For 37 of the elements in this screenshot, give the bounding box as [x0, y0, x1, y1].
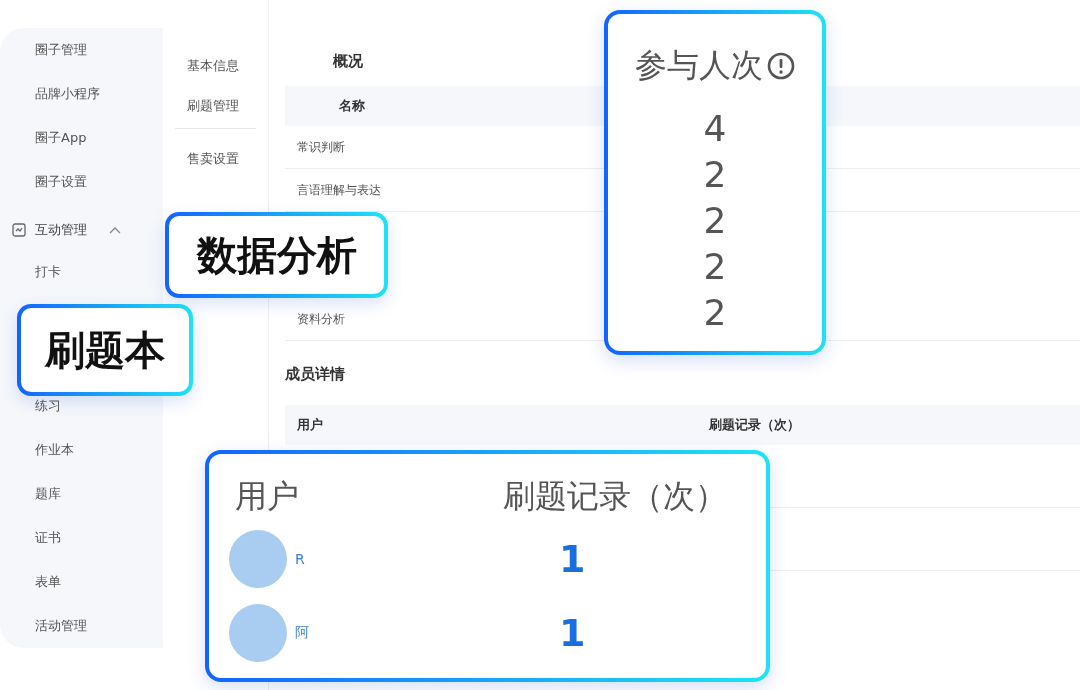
- table-cell-text: 常识判断: [296, 138, 345, 156]
- sidebar-item[interactable]: 品牌小程序: [0, 72, 163, 116]
- sidebar-item[interactable]: 证书: [0, 516, 163, 560]
- column-header: 用户: [234, 476, 300, 517]
- subnav-item[interactable]: 基本信息: [163, 52, 268, 92]
- sidebar-item[interactable]: 打卡: [0, 250, 163, 294]
- user-name-link[interactable]: 阿: [295, 624, 309, 642]
- sidebar-item[interactable]: 题库: [0, 472, 163, 516]
- column-header: 刷题记录（次）: [503, 476, 727, 517]
- user-name-link[interactable]: R: [295, 551, 305, 567]
- square-icon: [12, 223, 26, 237]
- sidebar-group-label[interactable]: 互动管理: [35, 221, 87, 239]
- subnav-item[interactable]: 售卖设置: [163, 145, 268, 185]
- callout-title: 参与人次: [635, 45, 763, 86]
- sidebar-item[interactable]: 圈子App: [0, 116, 163, 160]
- participation-count: 2: [703, 199, 727, 243]
- sidebar-item[interactable]: 活动管理: [0, 604, 163, 648]
- column-header: 用户: [296, 416, 324, 434]
- table-cell-text: 资料分析: [296, 310, 345, 328]
- info-icon: [767, 52, 795, 80]
- subnav-item[interactable]: 刷题管理: [163, 92, 268, 132]
- chevron-up-icon[interactable]: [109, 226, 121, 234]
- participation-count: 2: [703, 153, 727, 197]
- sidebar-item[interactable]: 圈子管理: [0, 28, 163, 72]
- section-title: 概况: [333, 51, 363, 72]
- participation-count: 4: [703, 107, 727, 151]
- practice-count: 1: [559, 537, 586, 581]
- sidebar-item[interactable]: 圈子设置: [0, 160, 163, 204]
- table-cell-text: 言语理解与表达: [296, 181, 381, 199]
- practice-count: 1: [559, 611, 586, 655]
- column-header: 名称: [338, 97, 365, 115]
- section-title: 成员详情: [285, 365, 345, 385]
- sidebar-item[interactable]: 表单: [0, 560, 163, 604]
- sidebar-item[interactable]: 作业本: [0, 428, 163, 472]
- participation-count: 2: [703, 245, 727, 289]
- column-header: 刷题记录（次）: [708, 416, 801, 434]
- participation-count: 2: [703, 291, 727, 335]
